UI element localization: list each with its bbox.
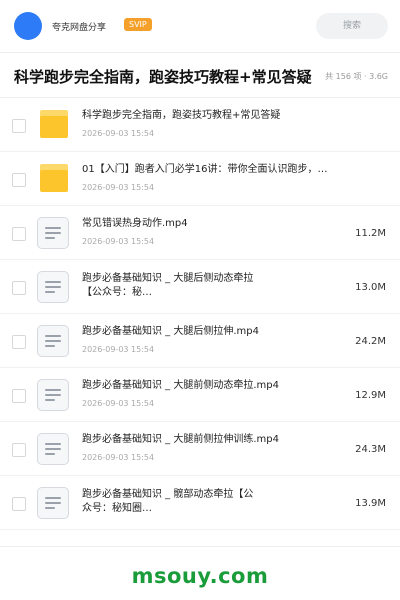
item-date: 2026-09-03 15:54 bbox=[82, 183, 155, 192]
item-size: 13.0M bbox=[355, 282, 386, 293]
item-name: 跑步必备基础知识 _ 髋部动态牵拉【公众号：秘知圈… bbox=[82, 489, 254, 514]
watermark: msouy.com bbox=[131, 564, 269, 588]
item-date: 2026-09-03 15:54 bbox=[82, 129, 155, 138]
select-checkbox[interactable] bbox=[12, 335, 26, 349]
share-title-row: 科学跑步完全指南，跑姿技巧教程+常见答疑 共 156 项 · 3.6G bbox=[0, 53, 400, 97]
document-icon bbox=[37, 217, 69, 249]
select-checkbox[interactable] bbox=[12, 281, 26, 295]
document-icon bbox=[37, 271, 69, 303]
item-size: 13.9M bbox=[355, 498, 386, 509]
file-row[interactable]: 跑步必备基础知识 _ 大腿后侧拉伸.mp4 2026-09-03 15:54 24.… bbox=[0, 314, 400, 368]
row-divider bbox=[0, 529, 400, 530]
select-checkbox[interactable] bbox=[12, 173, 26, 187]
file-list: 科学跑步完全指南，跑姿技巧教程+常见答疑 2026-09-03 15:54 01【入… bbox=[0, 98, 400, 530]
item-date: 2026-09-03 15:54 bbox=[82, 237, 155, 246]
select-checkbox[interactable] bbox=[12, 227, 26, 241]
item-name: 跑步必备基础知识 _ 大腿前侧动态牵拉.mp4 bbox=[82, 380, 279, 391]
item-name: 跑步必备基础知识 _ 大腿后侧拉伸.mp4 bbox=[82, 326, 259, 337]
svip-badge: SVIP bbox=[124, 18, 152, 31]
item-name: 常见错误热身动作.mp4 bbox=[82, 218, 188, 229]
document-icon bbox=[37, 379, 69, 411]
item-name: 科学跑步完全指南，跑姿技巧教程+常见答疑 bbox=[82, 110, 281, 121]
item-name: 跑步必备基础知识 _ 大腿前侧拉伸训练.mp4 bbox=[82, 434, 279, 445]
item-date: 2026-09-03 15:54 bbox=[82, 345, 155, 354]
folder-icon bbox=[40, 110, 68, 138]
top-bar: 夸克网盘分享 SVIP 搜索 bbox=[0, 0, 400, 52]
avatar[interactable] bbox=[14, 12, 42, 40]
select-checkbox[interactable] bbox=[12, 389, 26, 403]
file-row[interactable]: 跑步必备基础知识 _ 髋部动态牵拉【公众号：秘知圈…2026-09-03 15:… bbox=[0, 476, 400, 530]
brand-label: 夸克网盘分享 bbox=[52, 23, 107, 33]
document-icon bbox=[37, 325, 69, 357]
share-summary: 共 156 项 · 3.6G bbox=[325, 72, 388, 81]
folder-row[interactable]: 01【入门】跑者入门必学16讲：带你全面认识跑步，… 2026-09-03 15:… bbox=[0, 152, 400, 206]
document-icon bbox=[37, 487, 69, 519]
item-size: 24.2M bbox=[355, 336, 386, 347]
item-size: 24.3M bbox=[355, 444, 386, 455]
folder-icon bbox=[40, 164, 68, 192]
folder-row[interactable]: 科学跑步完全指南，跑姿技巧教程+常见答疑 2026-09-03 15:54 bbox=[0, 98, 400, 152]
document-icon bbox=[37, 433, 69, 465]
file-row[interactable]: 跑步必备基础知识 _ 大腿前侧拉伸训练.mp4 2026-09-03 15:54 2… bbox=[0, 422, 400, 476]
item-name: 跑步必备基础知识 _ 大腿后侧动态牵拉【公众号：秘… bbox=[82, 273, 254, 298]
item-name: 01【入门】跑者入门必学16讲：带你全面认识跑步，… bbox=[82, 164, 328, 175]
select-checkbox[interactable] bbox=[12, 119, 26, 133]
file-row[interactable]: 跑步必备基础知识 _ 大腿前侧动态牵拉.mp4 2026-09-03 15:54 1… bbox=[0, 368, 400, 422]
item-size: 11.2M bbox=[355, 228, 386, 239]
file-row[interactable]: 常见错误热身动作.mp4 2026-09-03 15:54 11.2M bbox=[0, 206, 400, 260]
page-title: 科学跑步完全指南，跑姿技巧教程+常见答疑 bbox=[14, 68, 312, 86]
select-checkbox[interactable] bbox=[12, 497, 26, 511]
item-date: 2026-09-03 15:54 bbox=[82, 453, 155, 462]
item-size: 12.9M bbox=[355, 390, 386, 401]
divider bbox=[0, 546, 400, 547]
item-date: 2026-09-03 15:54 bbox=[82, 399, 155, 408]
file-row[interactable]: 跑步必备基础知识 _ 大腿后侧动态牵拉【公众号：秘… 13.0M bbox=[0, 260, 400, 314]
search-button[interactable]: 搜索 bbox=[316, 13, 388, 39]
select-checkbox[interactable] bbox=[12, 443, 26, 457]
